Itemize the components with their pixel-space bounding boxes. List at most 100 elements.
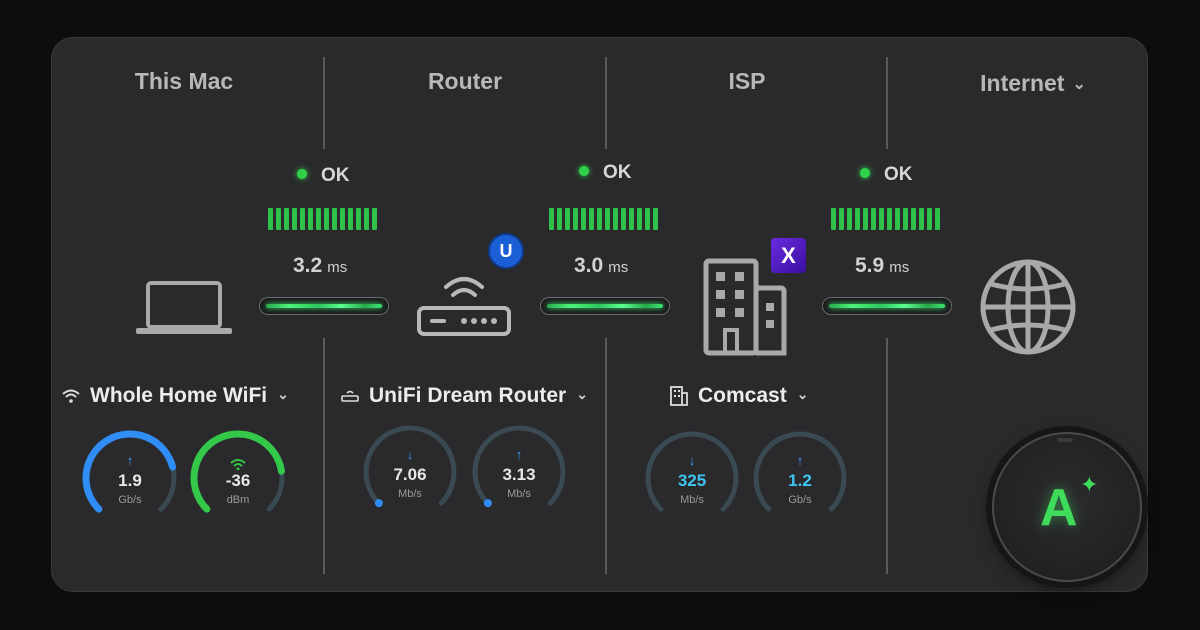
quality-bars-1	[268, 208, 377, 230]
gauge-unit: Gb/s	[788, 494, 812, 506]
wifi-network-label: Whole Home WiFi	[90, 384, 268, 407]
chevron-down-icon: ⌄	[277, 386, 289, 402]
gauge-unit: dBm	[226, 494, 250, 506]
divider-2-bottom	[605, 338, 607, 574]
assistant-letter: A	[1040, 479, 1078, 537]
traffic-wave-3	[822, 297, 952, 315]
quality-bar	[324, 208, 329, 230]
gauge-router-upload: ↑ 3.13 Mb/s	[469, 422, 569, 522]
quality-bars-2	[549, 208, 658, 230]
wifi-small-icon	[230, 459, 246, 470]
gauge-value: -36	[225, 471, 251, 490]
quality-bar	[308, 208, 313, 230]
quality-bar	[919, 208, 924, 230]
chevron-down-icon: ⌄	[796, 386, 809, 402]
quality-bar	[300, 208, 305, 230]
router-selector[interactable]: UniFi Dream Router ⌄	[341, 384, 588, 408]
wifi-network-selector[interactable]: Whole Home WiFi ⌄	[62, 384, 289, 408]
router-icon	[417, 277, 511, 336]
link-status-3: OK	[860, 164, 913, 186]
gauge-mac-signal: -36 dBm	[188, 428, 288, 528]
internet-label: Internet	[980, 70, 1065, 96]
indicator-pill	[1057, 438, 1073, 442]
wifi-icon	[62, 389, 80, 404]
quality-bar	[565, 208, 570, 230]
quality-bar	[332, 208, 337, 230]
router-small-icon	[341, 391, 359, 403]
globe-icon	[980, 259, 1076, 355]
divider-1-bottom	[323, 338, 325, 574]
link-status-2: OK	[579, 162, 632, 184]
gauge-value: 3.13	[502, 465, 536, 484]
upload-arrow-icon: ↑	[126, 453, 134, 468]
quality-bar	[911, 208, 916, 230]
quality-bar	[340, 208, 345, 230]
latency-2: 3.0 ms	[574, 254, 629, 277]
quality-bar	[645, 208, 650, 230]
gauge-router-download: ↓ 7.06 Mb/s	[360, 422, 460, 522]
quality-bar	[629, 208, 634, 230]
gauge-isp-upload: ↑ 1.2 Gb/s	[750, 428, 850, 528]
divider-3-bottom	[886, 338, 888, 574]
quality-bars-3	[831, 208, 940, 230]
xfinity-badge-icon: X	[771, 238, 806, 273]
quality-bar	[935, 208, 940, 230]
quality-bar	[637, 208, 642, 230]
router-label: UniFi Dream Router	[369, 384, 567, 407]
gauge-fill-dot	[374, 499, 383, 508]
unifi-badge-icon: U	[488, 233, 524, 269]
quality-bar	[356, 208, 361, 230]
building-small-icon	[670, 386, 688, 407]
quality-bar	[348, 208, 353, 230]
quality-bar	[879, 208, 884, 230]
quality-bar	[887, 208, 892, 230]
divider-3-top	[886, 57, 888, 149]
quality-bar	[903, 208, 908, 230]
gauge-value: 1.2	[788, 471, 812, 490]
quality-bar	[605, 208, 610, 230]
traffic-wave-2	[540, 297, 670, 315]
gauge-isp-download: ↓ 325 Mb/s	[642, 428, 742, 528]
divider-2-top	[605, 57, 607, 149]
laptop-icon	[136, 281, 232, 334]
gauge-unit: Gb/s	[118, 494, 142, 506]
gauge-fill-dot	[483, 499, 492, 508]
quality-bar	[268, 208, 273, 230]
quality-bar	[581, 208, 586, 230]
gauge-unit: Mb/s	[680, 494, 704, 506]
gauge-unit: Mb/s	[507, 488, 531, 500]
sparkle-icon: ✦	[1080, 472, 1099, 497]
latency-1: 3.2 ms	[293, 254, 348, 277]
status-dot-icon	[860, 168, 870, 178]
chevron-down-icon: ⌄	[1072, 76, 1086, 93]
quality-bar	[549, 208, 554, 230]
column-title-internet[interactable]: Internet ⌄	[958, 70, 1108, 97]
isp-selector[interactable]: Comcast ⌄	[670, 384, 808, 408]
quality-bar	[364, 208, 369, 230]
quality-bar	[613, 208, 618, 230]
assistant-button[interactable]: A ✦	[992, 432, 1142, 582]
chevron-down-icon: ⌄	[576, 386, 588, 402]
isp-label: Comcast	[698, 384, 787, 407]
status-dot-icon	[579, 166, 589, 176]
quality-bar	[863, 208, 868, 230]
quality-bar	[292, 208, 297, 230]
quality-bar	[557, 208, 562, 230]
link-status-1: OK	[297, 165, 350, 187]
status-dot-icon	[297, 169, 307, 179]
gauge-value: 325	[677, 471, 707, 490]
column-title-router: Router	[427, 68, 503, 94]
divider-1-top	[323, 57, 325, 149]
latency-3: 5.9 ms	[855, 254, 910, 277]
quality-bar	[316, 208, 321, 230]
quality-bar	[621, 208, 626, 230]
quality-bar	[573, 208, 578, 230]
gauge-value: 1.9	[118, 471, 142, 490]
gauge-unit: Mb/s	[398, 488, 422, 500]
traffic-wave-1	[259, 297, 389, 315]
quality-bar	[831, 208, 836, 230]
download-arrow-icon: ↓	[406, 447, 414, 462]
quality-bar	[597, 208, 602, 230]
upload-arrow-icon: ↑	[515, 447, 523, 462]
quality-bar	[284, 208, 289, 230]
